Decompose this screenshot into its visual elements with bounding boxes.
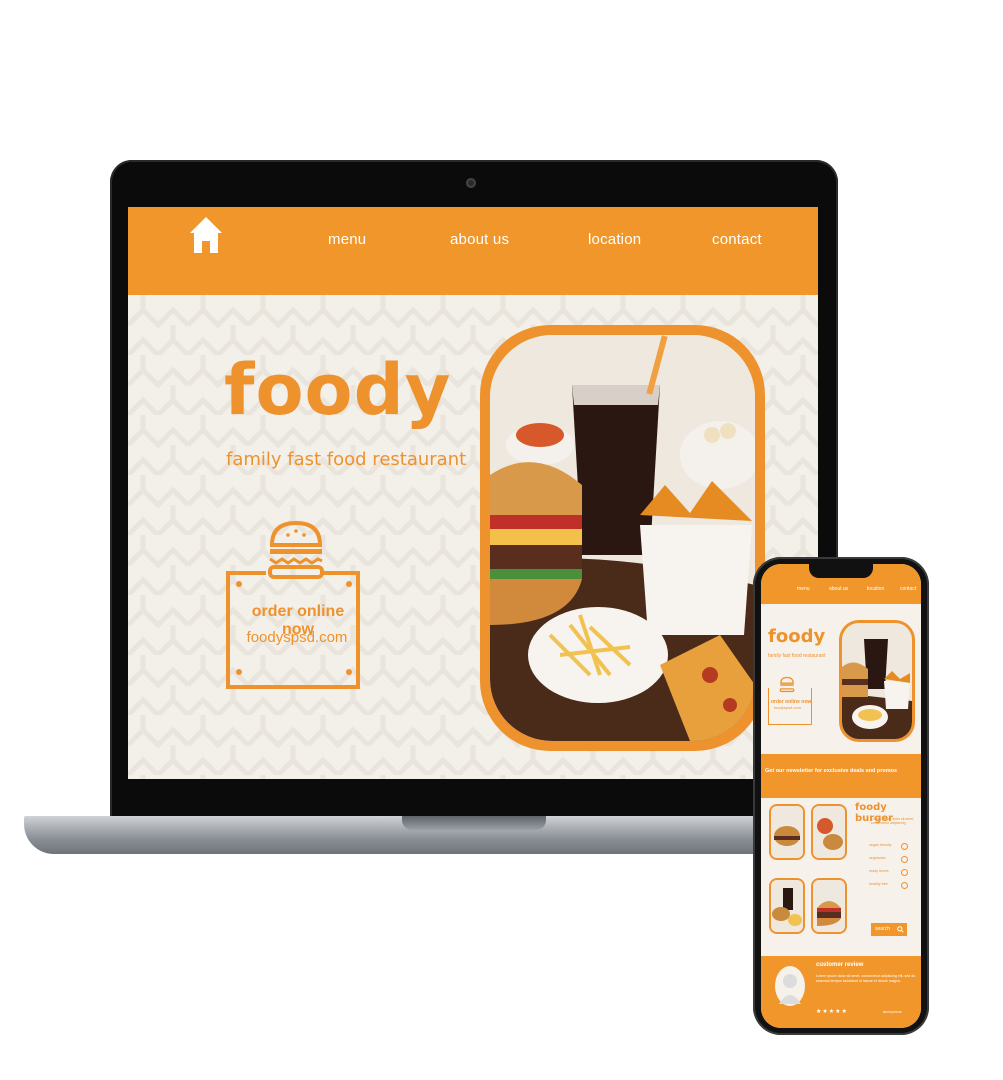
review-title: customer review: [816, 962, 864, 968]
nav-contact-link[interactable]: contact: [712, 231, 762, 248]
top-navigation-bar: menu about us location contact: [128, 207, 818, 295]
phone-food-photo: [842, 623, 912, 739]
fast-food-illustration: [490, 335, 755, 741]
product-card[interactable]: [769, 804, 805, 860]
product-card[interactable]: [811, 804, 847, 860]
product-card[interactable]: [811, 878, 847, 934]
newsletter-text: Get our newsletter for exclusive deals a…: [765, 768, 898, 774]
review-author: Anonymous: [883, 1010, 902, 1014]
feature-check-icon: [901, 856, 908, 863]
feature-check-icon: [901, 869, 908, 876]
phone-food-image-frame: [839, 620, 915, 742]
home-icon[interactable]: [188, 215, 224, 255]
brand-title: foody: [224, 349, 452, 431]
frame-dot: [346, 669, 352, 675]
brand-tagline: family fast food restaurant: [226, 449, 467, 470]
feature-check-icon: [901, 843, 908, 850]
frame-dot: [236, 581, 242, 587]
product-subtitle: Lorem ipsum dolor sit amet, consectetur …: [871, 817, 915, 825]
frame-dot: [346, 581, 352, 587]
phone-nav-about-us-link[interactable]: about us: [829, 586, 848, 592]
search-icon: [897, 926, 904, 933]
phone-order-online-url[interactable]: foodyspsd.com: [774, 705, 801, 710]
nav-menu-link[interactable]: menu: [328, 231, 366, 248]
phone-notch: [809, 564, 873, 578]
customer-review-section: customer review Lorem ipsum dolor sit am…: [761, 956, 921, 1028]
review-stars: ★★★★★: [816, 1008, 848, 1015]
search-button[interactable]: search: [871, 923, 907, 936]
reviewer-avatar: [775, 966, 805, 1006]
search-label: search: [875, 926, 891, 932]
phone-brand-title: foody: [768, 626, 826, 647]
feature-label: vegetarian: [869, 856, 886, 860]
feature-label: vegan friendly: [869, 843, 892, 847]
nav-about-us-link[interactable]: about us: [450, 231, 509, 248]
feature-check-icon: [901, 882, 908, 889]
laptop-trackpad-notch: [402, 816, 546, 830]
review-body: Lorem ipsum dolor sit amet, consectetur …: [816, 974, 916, 983]
frame-dot: [236, 669, 242, 675]
phone-screen: menu about us location contact foody fam…: [761, 564, 921, 1028]
food-photo: [490, 335, 755, 741]
phone-newsletter-banner: Get our newsletter for exclusive deals a…: [761, 754, 921, 798]
phone-brand-tagline: family fast food restaurant: [768, 653, 826, 659]
phone-nav-location-link[interactable]: location: [867, 586, 884, 592]
order-online-url[interactable]: foodyspsd.com: [236, 629, 358, 646]
laptop-screen: menu about us location contact foody fam…: [128, 207, 818, 779]
phone-nav-contact-link[interactable]: contact: [900, 586, 916, 592]
phone-nav-menu-link[interactable]: menu: [797, 586, 810, 592]
food-image-frame: [480, 325, 765, 751]
feature-label: ready lovers: [869, 869, 889, 873]
product-card[interactable]: [769, 878, 805, 934]
nav-location-link[interactable]: location: [588, 231, 641, 248]
webcam: [466, 178, 476, 188]
feature-label: healthy free: [869, 882, 888, 886]
